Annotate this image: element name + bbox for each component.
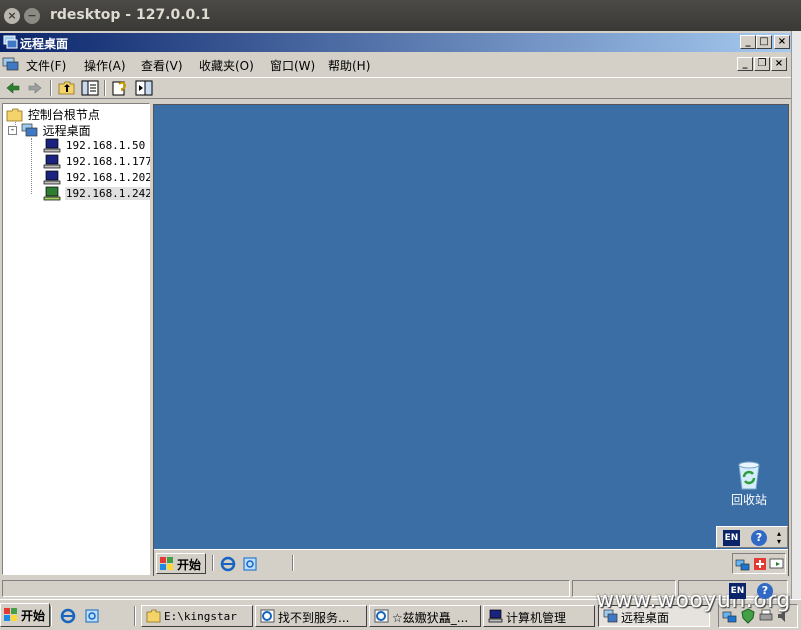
mmc-maximize-button[interactable]: □ [756,35,772,49]
host-language-indicator[interactable]: EN [729,583,746,599]
ie-page-icon [260,609,275,623]
tree-label: 192.168.1.242 [64,187,153,200]
outer-window-title: rdesktop - 127.0.0.1 [50,7,211,23]
ie-page-icon [374,609,389,623]
taskbar-item-label: 找不到服务... [278,611,350,625]
menu-bar: 文件(F) 操作(A) 查看(V) 收藏夹(O) 窗口(W) 帮助(H) _ ❐… [0,53,791,75]
mmc-minimize-button[interactable]: _ [740,35,756,49]
remote-start-label: 开始 [177,558,202,572]
remote-desktop-app-icon [3,35,18,49]
tree-label: 192.168.1.202 [65,171,152,184]
mmc-title: 远程桌面 [20,37,69,51]
taskbar-separator [292,555,294,571]
menu-file[interactable]: 文件(F) [26,57,66,74]
taskbar-item-explorer[interactable]: E:\kingstar [141,605,253,627]
taskbar-item-label: 计算机管理 [506,611,567,625]
menu-view[interactable]: 查看(V) [141,57,183,74]
remote-taskbar: 开始 [154,549,788,576]
child-close-button[interactable]: × [771,57,787,71]
computer-management-icon [488,609,503,623]
up-folder-icon[interactable] [58,80,76,96]
back-arrow-icon[interactable] [4,80,22,96]
remote-language-indicator[interactable]: EN [723,530,740,546]
taskbar-item-label: ☆兹嫐犾矗_... [392,611,469,625]
remote-start-button[interactable]: 开始 [156,553,207,574]
mmc-close-button[interactable]: × [774,35,790,49]
taskbar-separator [212,555,214,571]
toolbar [0,77,791,99]
connected-computer-icon [43,186,61,201]
outer-title-bar: × − rdesktop - 127.0.0.1 [0,0,801,31]
taskbar-separator [50,606,52,626]
action-pane-icon[interactable] [135,80,153,96]
recycle-bin-label: 回收站 [730,493,767,507]
menu-action[interactable]: 操作(A) [84,57,126,74]
tree-item-host-50[interactable]: 192.168.1.50 [43,138,146,154]
menu-help[interactable]: 帮助(H) [328,57,370,74]
remote-help-icon[interactable]: ? [751,530,767,546]
menu-window[interactable]: 窗口(W) [270,57,315,74]
tree-item-console-root[interactable]: 控制台根节点 [6,106,101,122]
computer-icon [43,138,61,153]
tree-item-host-202[interactable]: 192.168.1.202 [43,170,153,186]
host-start-button[interactable]: 开始 [0,603,51,627]
collapse-toggle-icon[interactable]: - [8,126,17,135]
network-icon[interactable] [735,556,751,572]
taskbar-item-label: 远程桌面 [621,611,670,625]
status-pane-main [2,580,570,597]
remote-system-tray [732,553,786,574]
child-minimize-button[interactable]: _ [737,57,753,71]
host-start-label: 开始 [21,609,46,623]
windows-logo-icon [160,557,173,570]
tree-item-remote-desktops[interactable]: - 远程桌面 [8,122,92,138]
forward-arrow-icon[interactable] [26,80,44,96]
recycle-bin-icon [738,461,760,490]
toolbar-separator [104,80,106,96]
windows-logo-icon [4,608,17,621]
show-desktop-icon[interactable] [84,608,100,624]
close-window-button[interactable]: × [4,8,20,24]
right-edge [791,31,801,630]
mmc-window: 远程桌面 _ □ × 文件(F) 操作(A) 查看(V) 收藏夹(O) 窗口(W… [0,31,791,599]
toolbar-separator [50,80,52,96]
tree-label: 远程桌面 [42,124,91,138]
recycle-bin[interactable]: 回收站 [724,459,774,508]
show-desktop-icon[interactable] [242,556,258,572]
computer-icon [43,154,61,169]
tree-pane: 控制台根节点 - 远程桌面 192.168.1.50 192.168.1.177… [2,103,153,575]
computer-icon [43,170,61,185]
child-restore-button[interactable]: ❐ [754,57,770,71]
remote-language-bar: EN ? ▴ ▾ [716,526,788,548]
ie-icon[interactable] [60,608,76,624]
taskbar-item-computer-management[interactable]: 计算机管理 [483,605,595,627]
tree-label: 192.168.1.50 [65,139,146,152]
language-bar-options-icon[interactable]: ▴ ▾ [777,530,781,546]
taskbar-item-label: E:\kingstar [164,610,237,623]
folder-icon [146,609,161,623]
monitor-icon[interactable] [769,556,785,572]
console-document-icon [2,57,19,71]
security-alert-icon[interactable] [752,556,768,572]
taskbar-separator [134,606,136,626]
tree-connector [31,138,32,194]
tree-item-host-177[interactable]: 192.168.1.177 [43,154,153,170]
show-hide-tree-icon[interactable] [81,80,99,96]
ie-icon[interactable] [220,556,236,572]
tree-item-host-242[interactable]: 192.168.1.242 [43,186,153,202]
remote-desktops-icon [21,123,38,137]
taskbar-item-browser-garbled[interactable]: ☆兹嫐犾矗_... [369,605,481,627]
tree-label: 控制台根节点 [27,108,100,122]
host-help-icon[interactable]: ? [757,583,773,599]
taskbar-item-browser-error[interactable]: 找不到服务... [255,605,367,627]
mmc-title-bar: 远程桌面 _ □ × [0,33,791,52]
minimize-window-button[interactable]: − [24,8,40,24]
menu-favorites[interactable]: 收藏夹(O) [199,57,254,74]
properties-help-icon[interactable] [111,80,129,96]
remote-desktop-view[interactable]: 回收站 EN ? ▴ ▾ 开始 [153,104,789,576]
tree-label: 192.168.1.177 [65,155,152,168]
folder-icon [6,108,23,121]
